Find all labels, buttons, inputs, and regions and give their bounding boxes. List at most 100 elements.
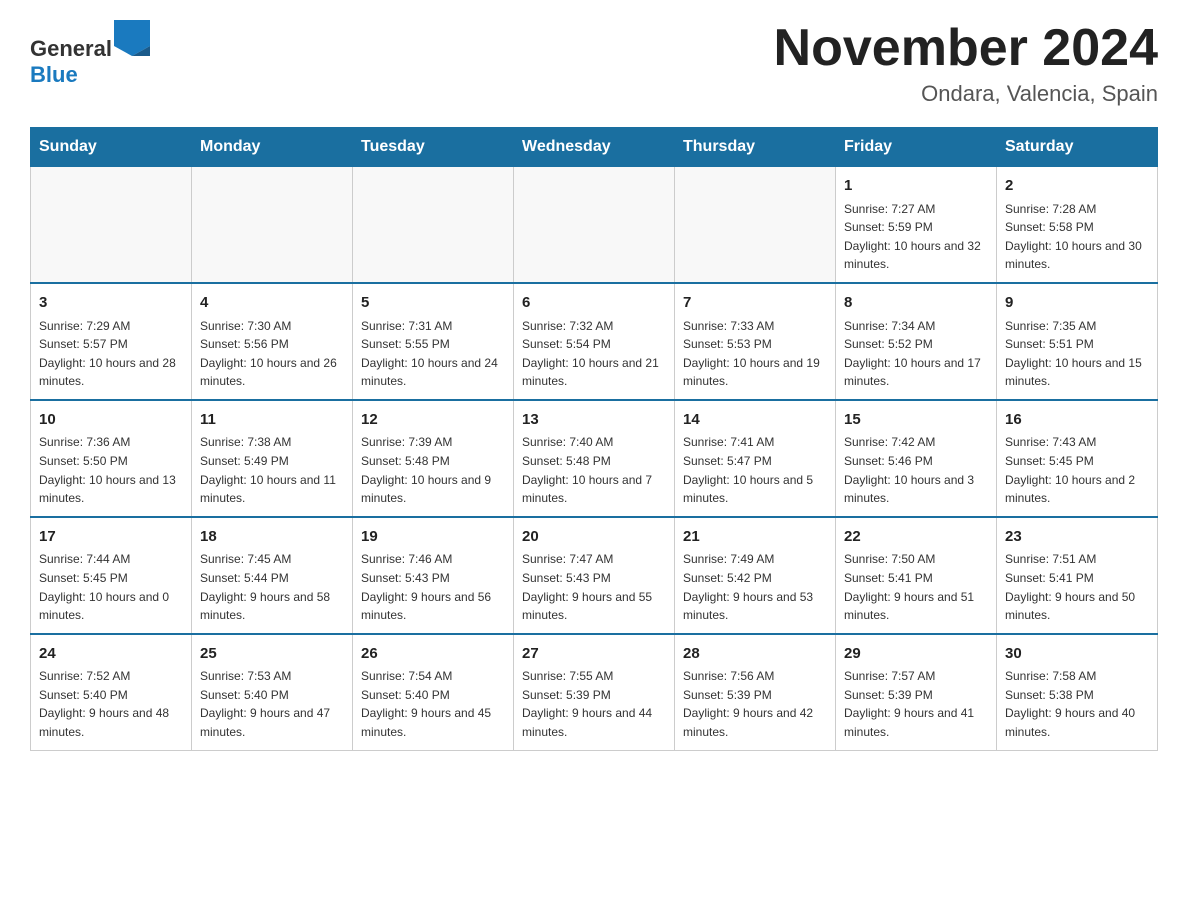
day-info: Sunrise: 7:58 AMSunset: 5:38 PMDaylight:… <box>1005 667 1149 741</box>
day-number: 26 <box>361 643 505 666</box>
day-header-tuesday: Tuesday <box>353 128 514 167</box>
week-row-3: 17Sunrise: 7:44 AMSunset: 5:45 PMDayligh… <box>31 517 1158 634</box>
day-info: Sunrise: 7:47 AMSunset: 5:43 PMDaylight:… <box>522 550 666 624</box>
day-number: 25 <box>200 643 344 666</box>
day-cell: 12Sunrise: 7:39 AMSunset: 5:48 PMDayligh… <box>353 400 514 517</box>
day-info: Sunrise: 7:49 AMSunset: 5:42 PMDaylight:… <box>683 550 827 624</box>
calendar-body: 1Sunrise: 7:27 AMSunset: 5:59 PMDaylight… <box>31 167 1158 750</box>
day-number: 10 <box>39 409 183 432</box>
day-number: 20 <box>522 526 666 549</box>
day-header-friday: Friday <box>836 128 997 167</box>
day-header-monday: Monday <box>192 128 353 167</box>
day-number: 9 <box>1005 292 1149 315</box>
day-info: Sunrise: 7:46 AMSunset: 5:43 PMDaylight:… <box>361 550 505 624</box>
day-number: 13 <box>522 409 666 432</box>
day-number: 15 <box>844 409 988 432</box>
day-cell <box>192 167 353 283</box>
day-cell: 10Sunrise: 7:36 AMSunset: 5:50 PMDayligh… <box>31 400 192 517</box>
day-info: Sunrise: 7:34 AMSunset: 5:52 PMDaylight:… <box>844 317 988 391</box>
day-info: Sunrise: 7:43 AMSunset: 5:45 PMDaylight:… <box>1005 433 1149 507</box>
day-number: 6 <box>522 292 666 315</box>
day-number: 3 <box>39 292 183 315</box>
day-number: 24 <box>39 643 183 666</box>
day-number: 29 <box>844 643 988 666</box>
week-row-2: 10Sunrise: 7:36 AMSunset: 5:50 PMDayligh… <box>31 400 1158 517</box>
day-info: Sunrise: 7:36 AMSunset: 5:50 PMDaylight:… <box>39 433 183 507</box>
day-number: 16 <box>1005 409 1149 432</box>
day-cell: 1Sunrise: 7:27 AMSunset: 5:59 PMDaylight… <box>836 167 997 283</box>
day-number: 18 <box>200 526 344 549</box>
week-row-0: 1Sunrise: 7:27 AMSunset: 5:59 PMDaylight… <box>31 167 1158 283</box>
day-number: 1 <box>844 175 988 198</box>
day-cell: 21Sunrise: 7:49 AMSunset: 5:42 PMDayligh… <box>675 517 836 634</box>
day-info: Sunrise: 7:30 AMSunset: 5:56 PMDaylight:… <box>200 317 344 391</box>
day-info: Sunrise: 7:39 AMSunset: 5:48 PMDaylight:… <box>361 433 505 507</box>
day-info: Sunrise: 7:28 AMSunset: 5:58 PMDaylight:… <box>1005 200 1149 274</box>
day-cell: 22Sunrise: 7:50 AMSunset: 5:41 PMDayligh… <box>836 517 997 634</box>
location: Ondara, Valencia, Spain <box>774 81 1158 107</box>
day-header-wednesday: Wednesday <box>514 128 675 167</box>
day-header-thursday: Thursday <box>675 128 836 167</box>
day-info: Sunrise: 7:52 AMSunset: 5:40 PMDaylight:… <box>39 667 183 741</box>
day-cell: 20Sunrise: 7:47 AMSunset: 5:43 PMDayligh… <box>514 517 675 634</box>
day-header-sunday: Sunday <box>31 128 192 167</box>
logo-text: General Blue <box>30 20 150 88</box>
day-number: 19 <box>361 526 505 549</box>
day-cell: 26Sunrise: 7:54 AMSunset: 5:40 PMDayligh… <box>353 634 514 750</box>
day-info: Sunrise: 7:42 AMSunset: 5:46 PMDaylight:… <box>844 433 988 507</box>
day-number: 21 <box>683 526 827 549</box>
day-cell <box>514 167 675 283</box>
day-cell <box>31 167 192 283</box>
header-row: SundayMondayTuesdayWednesdayThursdayFrid… <box>31 128 1158 167</box>
month-title: November 2024 <box>774 20 1158 77</box>
day-info: Sunrise: 7:50 AMSunset: 5:41 PMDaylight:… <box>844 550 988 624</box>
day-cell: 24Sunrise: 7:52 AMSunset: 5:40 PMDayligh… <box>31 634 192 750</box>
day-cell: 29Sunrise: 7:57 AMSunset: 5:39 PMDayligh… <box>836 634 997 750</box>
day-cell: 15Sunrise: 7:42 AMSunset: 5:46 PMDayligh… <box>836 400 997 517</box>
day-number: 2 <box>1005 175 1149 198</box>
day-cell: 28Sunrise: 7:56 AMSunset: 5:39 PMDayligh… <box>675 634 836 750</box>
day-number: 5 <box>361 292 505 315</box>
day-info: Sunrise: 7:45 AMSunset: 5:44 PMDaylight:… <box>200 550 344 624</box>
day-info: Sunrise: 7:32 AMSunset: 5:54 PMDaylight:… <box>522 317 666 391</box>
day-cell: 14Sunrise: 7:41 AMSunset: 5:47 PMDayligh… <box>675 400 836 517</box>
day-cell: 8Sunrise: 7:34 AMSunset: 5:52 PMDaylight… <box>836 283 997 400</box>
week-row-4: 24Sunrise: 7:52 AMSunset: 5:40 PMDayligh… <box>31 634 1158 750</box>
day-cell: 19Sunrise: 7:46 AMSunset: 5:43 PMDayligh… <box>353 517 514 634</box>
day-cell: 13Sunrise: 7:40 AMSunset: 5:48 PMDayligh… <box>514 400 675 517</box>
day-cell: 25Sunrise: 7:53 AMSunset: 5:40 PMDayligh… <box>192 634 353 750</box>
day-number: 27 <box>522 643 666 666</box>
day-info: Sunrise: 7:51 AMSunset: 5:41 PMDaylight:… <box>1005 550 1149 624</box>
day-info: Sunrise: 7:31 AMSunset: 5:55 PMDaylight:… <box>361 317 505 391</box>
day-cell: 7Sunrise: 7:33 AMSunset: 5:53 PMDaylight… <box>675 283 836 400</box>
day-info: Sunrise: 7:54 AMSunset: 5:40 PMDaylight:… <box>361 667 505 741</box>
day-number: 4 <box>200 292 344 315</box>
day-info: Sunrise: 7:44 AMSunset: 5:45 PMDaylight:… <box>39 550 183 624</box>
day-info: Sunrise: 7:57 AMSunset: 5:39 PMDaylight:… <box>844 667 988 741</box>
day-cell: 30Sunrise: 7:58 AMSunset: 5:38 PMDayligh… <box>997 634 1158 750</box>
day-cell: 16Sunrise: 7:43 AMSunset: 5:45 PMDayligh… <box>997 400 1158 517</box>
day-number: 14 <box>683 409 827 432</box>
day-cell: 6Sunrise: 7:32 AMSunset: 5:54 PMDaylight… <box>514 283 675 400</box>
day-info: Sunrise: 7:29 AMSunset: 5:57 PMDaylight:… <box>39 317 183 391</box>
day-number: 12 <box>361 409 505 432</box>
day-cell: 4Sunrise: 7:30 AMSunset: 5:56 PMDaylight… <box>192 283 353 400</box>
day-number: 23 <box>1005 526 1149 549</box>
week-row-1: 3Sunrise: 7:29 AMSunset: 5:57 PMDaylight… <box>31 283 1158 400</box>
logo-icon <box>114 20 150 56</box>
day-number: 22 <box>844 526 988 549</box>
day-cell: 5Sunrise: 7:31 AMSunset: 5:55 PMDaylight… <box>353 283 514 400</box>
day-info: Sunrise: 7:56 AMSunset: 5:39 PMDaylight:… <box>683 667 827 741</box>
day-cell <box>675 167 836 283</box>
day-info: Sunrise: 7:41 AMSunset: 5:47 PMDaylight:… <box>683 433 827 507</box>
day-info: Sunrise: 7:27 AMSunset: 5:59 PMDaylight:… <box>844 200 988 274</box>
day-cell: 2Sunrise: 7:28 AMSunset: 5:58 PMDaylight… <box>997 167 1158 283</box>
day-info: Sunrise: 7:38 AMSunset: 5:49 PMDaylight:… <box>200 433 344 507</box>
day-number: 7 <box>683 292 827 315</box>
day-header-saturday: Saturday <box>997 128 1158 167</box>
day-info: Sunrise: 7:55 AMSunset: 5:39 PMDaylight:… <box>522 667 666 741</box>
calendar-header: SundayMondayTuesdayWednesdayThursdayFrid… <box>31 128 1158 167</box>
day-info: Sunrise: 7:40 AMSunset: 5:48 PMDaylight:… <box>522 433 666 507</box>
day-cell: 11Sunrise: 7:38 AMSunset: 5:49 PMDayligh… <box>192 400 353 517</box>
logo: General Blue <box>30 20 150 88</box>
